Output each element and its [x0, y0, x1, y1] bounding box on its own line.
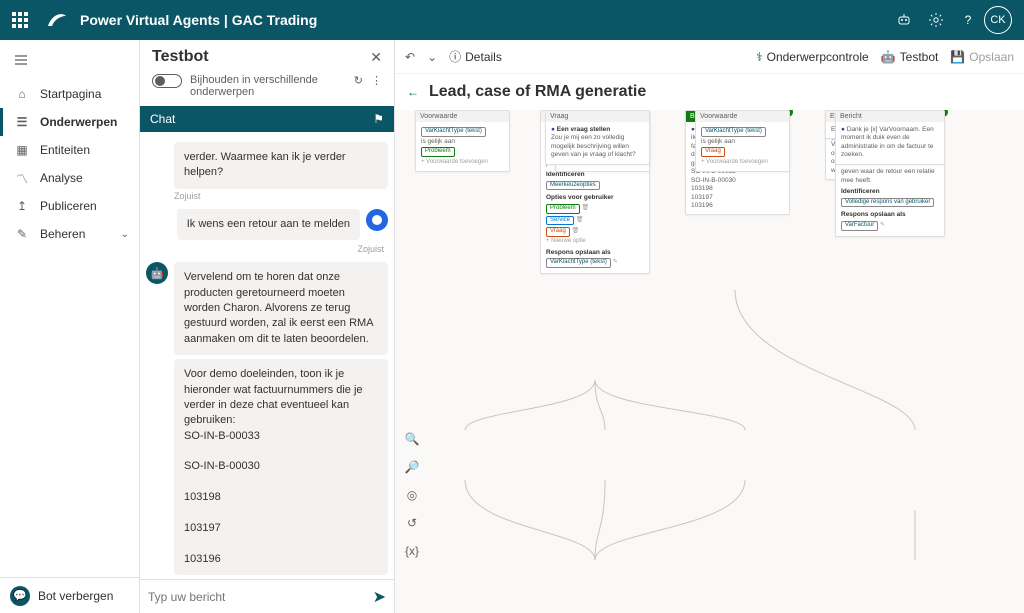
eq-label: is gelijk aan [701, 138, 735, 145]
nav-entiteiten[interactable]: ▦ Entiteiten [0, 136, 139, 164]
flag-icon[interactable]: ⚑ [373, 112, 384, 126]
bot-avatar-icon: 🤖 [146, 262, 168, 284]
chat-message: verder. Waarmee kan ik je verder helpen? [174, 142, 388, 189]
saveresp-label: Respons opslaan als [546, 249, 644, 257]
product-logo-icon [44, 8, 68, 32]
option-chip[interactable]: Service [546, 216, 574, 226]
manage-icon: ✎ [14, 226, 30, 242]
chat-body: verder. Waarmee kan ik je verder helpen?… [140, 132, 394, 579]
testbot-label: Testbot [900, 50, 939, 64]
var-chip: VarKlachtType (tekst) [546, 258, 611, 268]
node-cap: Voorwaarde [700, 113, 737, 120]
details-button[interactable]: ⓘDetails [449, 48, 502, 65]
topic-check-label: Onderwerpcontrole [767, 50, 869, 64]
topic-title: Lead, case of RMA generatie [429, 83, 646, 101]
send-icon[interactable]: ➤ [373, 587, 386, 607]
topics-icon: ☰ [14, 114, 30, 130]
add-cond[interactable]: + Voorwaarde toevoegen [421, 159, 488, 165]
nav-label: Startpagina [40, 87, 101, 101]
chat-timestamp: Zojuist [146, 244, 384, 254]
track-toggle[interactable] [152, 74, 182, 88]
hamburger-icon[interactable] [0, 40, 139, 80]
var-chip: VarKlachtType (tekst) [421, 127, 486, 137]
user-avatar-icon [366, 209, 388, 231]
nav-analyse[interactable]: 〽 Analyse [0, 164, 139, 192]
help-icon[interactable]: ? [952, 4, 984, 36]
option-chip[interactable]: Vraag [546, 227, 570, 237]
testbot-title: Testbot [152, 48, 370, 66]
add-cond[interactable]: + Voorwaarde toevoegen [701, 159, 768, 165]
option-chip[interactable]: Probleem [546, 204, 580, 214]
bot-hide-button[interactable]: 💬 Bot verbergen [0, 577, 139, 613]
q-body: Zou je mij een zo volledig mogelijk besc… [551, 134, 644, 159]
chat-message-user: Ik wens een retour aan te melden [177, 209, 360, 240]
chat-timestamp: Zojuist [174, 191, 384, 201]
identify-label: Identificeren [841, 188, 939, 196]
val-chip: Probleem [421, 147, 455, 157]
opts-label: Opties voor gebruiker [546, 194, 644, 202]
nav-label: Entiteiten [40, 143, 90, 157]
identify-type: Meerkeuzeopties [546, 181, 600, 191]
zoom-out-icon[interactable]: 🔎 [403, 458, 421, 476]
var-chip: VarFactuur [841, 221, 878, 231]
bot-circle-icon: 💬 [10, 586, 30, 606]
details-label: Details [465, 50, 502, 64]
topic-check-button[interactable]: ⚕Onderwerpcontrole [756, 50, 869, 64]
new-option[interactable]: + Nieuwe optie [546, 238, 644, 246]
testbot-button[interactable]: 🤖Testbot [881, 50, 939, 64]
publish-icon: ↥ [14, 198, 30, 214]
nav-beheren[interactable]: ✎ Beheren ⌄ [0, 220, 139, 248]
q-title: Een vraag stellen [557, 126, 610, 133]
app-launcher-icon[interactable] [12, 12, 28, 28]
node-condition[interactable]: Voorwaarde VarKlachtType (tekst)is gelij… [415, 110, 510, 172]
zoom-in-icon[interactable]: 🔍 [403, 430, 421, 448]
entities-icon: ▦ [14, 142, 30, 158]
nav-publiceren[interactable]: ↥ Publiceren [0, 192, 139, 220]
home-icon: ⌂ [14, 86, 30, 102]
app-title: Power Virtual Agents | GAC Trading [80, 12, 888, 28]
close-icon[interactable]: ✕ [370, 49, 382, 66]
bot-hide-label: Bot verbergen [38, 589, 113, 603]
chat-input[interactable] [148, 590, 365, 604]
save-label: Opslaan [969, 50, 1014, 64]
nav-startpagina[interactable]: ⌂ Startpagina [0, 80, 139, 108]
nav-label: Analyse [40, 171, 83, 185]
save-button[interactable]: 💾Opslaan [950, 50, 1014, 64]
identify-type: Volledige respons van gebruiker [841, 198, 934, 208]
node-cap: Voorwaarde [420, 113, 457, 120]
svg-text:?: ? [965, 13, 972, 27]
track-label: Bijhouden in verschillende onderwerpen [190, 74, 346, 98]
chat-label: Chat [150, 112, 175, 126]
settings-icon[interactable] [920, 4, 952, 36]
saveresp-label: Respons opslaan als [841, 211, 939, 219]
analytics-icon: 〽 [14, 170, 30, 186]
node-cap: Bericht [840, 113, 862, 120]
fit-icon[interactable]: ◎ [403, 486, 421, 504]
node-cap: Vraag [550, 113, 568, 120]
identify-label: Identificeren [546, 171, 644, 179]
eq-label: is gelijk aan [421, 138, 455, 145]
back-icon[interactable]: ← [407, 85, 419, 99]
val-chip: Vraag [701, 147, 725, 157]
more-icon[interactable]: ⋮ [371, 74, 382, 87]
variables-icon[interactable]: {x} [403, 542, 421, 560]
bot-icon[interactable] [888, 4, 920, 36]
nav-label: Publiceren [40, 199, 97, 213]
user-avatar[interactable]: CK [984, 6, 1012, 34]
reset-icon[interactable]: ↺ [403, 514, 421, 532]
undo-icon[interactable]: ↶ [405, 50, 415, 64]
node-text: Dank je [x] VarVoornaam. Een moment ik d… [841, 126, 934, 158]
chat-message-bot: Vervelend om te horen dat onze producten… [174, 262, 388, 355]
nav-label: Beheren [40, 227, 85, 241]
chevron-down-icon: ⌄ [121, 229, 129, 240]
chat-message-bot: Voor demo doeleinden, toon ik je hierond… [174, 359, 388, 575]
node-condition[interactable]: Voorwaarde VarKlachtType (tekst)is gelij… [695, 110, 790, 172]
nav-label: Onderwerpen [40, 115, 117, 129]
chevron-down-icon[interactable]: ⌄ [427, 50, 437, 64]
node-question[interactable]: Vraag ● Een vraag stellenZou je mij een … [545, 110, 650, 165]
var-chip: VarKlachtType (tekst) [701, 127, 766, 137]
nav-onderwerpen[interactable]: ☰ Onderwerpen [0, 108, 139, 136]
refresh-icon[interactable]: ↻ [354, 74, 363, 87]
node-bericht[interactable]: Bericht ● Dank je [x] VarVoornaam. Een m… [835, 110, 945, 165]
